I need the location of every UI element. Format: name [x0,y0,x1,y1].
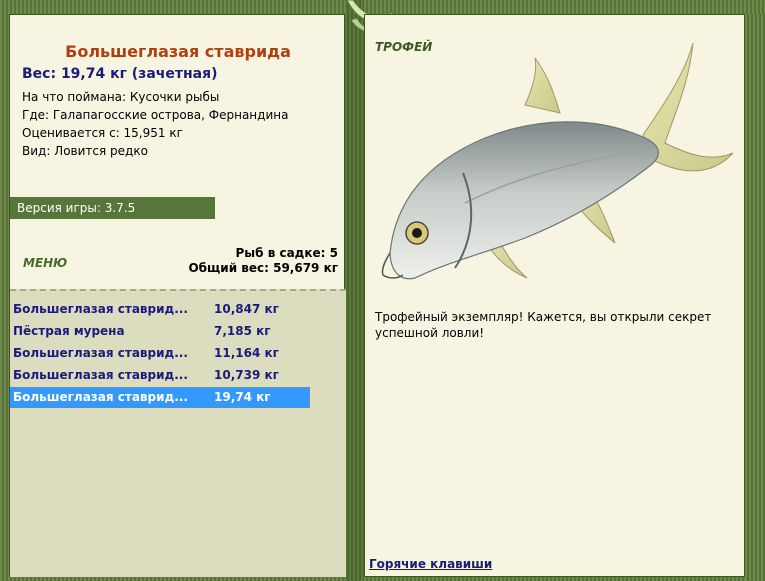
fish-location: Где: Галапагосские острова, Фернандина [22,108,289,122]
total-weight: Общий вес: 59,679 кг [188,261,338,275]
trophy-label: ТРОФЕЙ [375,40,433,54]
list-item-name: Большеглазая ставрид... [13,346,188,360]
list-item-weight: 19,74 кг [214,390,271,404]
list-item-weight: 10,847 кг [214,302,279,316]
game-version-bar: Версия игры: 3.7.5 [10,197,215,219]
list-item-selected[interactable]: Большеглазая ставрид... 19,74 кг [10,387,310,408]
list-item-name: Большеглазая ставрид... [13,390,188,404]
keepnet-stats: Рыб в садке: 5 Общий вес: 59,679 кг [188,246,338,276]
hotkeys-link[interactable]: Горячие клавиши [369,557,492,571]
fish-info-panel: Большеглазая ставрида Вес: 19,74 кг (зач… [9,14,346,577]
trophy-message: Трофейный экземпляр! Кажется, вы открыли… [375,310,712,340]
menu-button[interactable]: МЕНЮ [23,256,67,270]
fish-image [381,43,734,280]
fish-details: На что поймана: Кусочки рыбы Где: Галапа… [22,88,288,160]
fish-bait: На что поймана: Кусочки рыбы [22,90,220,104]
panel-divider [345,0,364,581]
frame-right-edge [745,14,765,581]
fish-rated-from: Оценивается с: 15,951 кг [22,126,183,140]
list-item-name: Большеглазая ставрид... [13,302,188,316]
catch-list: Большеглазая ставрид... 10,847 кг Пёстра… [10,289,346,577]
list-item-name: Пёстрая мурена [13,324,125,338]
list-item-weight: 10,739 кг [214,368,279,382]
fish-title: Большеглазая ставрида [65,42,291,61]
list-item[interactable]: Большеглазая ставрид... 11,164 кг [10,343,310,364]
fish-rarity: Вид: Ловится редко [22,144,148,158]
fish-weight: Вес: 19,74 кг (зачетная) [22,66,218,82]
list-item-weight: 11,164 кг [214,346,279,360]
fish-count: Рыб в садке: 5 [235,246,339,260]
trophy-panel: ТРОФЕЙ Трофейный экземпляр! Кажется, вы … [364,14,745,577]
list-item[interactable]: Пёстрая мурена 7,185 кг [10,321,310,342]
list-item[interactable]: Большеглазая ставрид... 10,847 кг [10,299,310,320]
list-item-name: Большеглазая ставрид... [13,368,188,382]
list-item[interactable]: Большеглазая ставрид... 10,739 кг [10,365,310,386]
list-item-weight: 7,185 кг [214,324,271,338]
